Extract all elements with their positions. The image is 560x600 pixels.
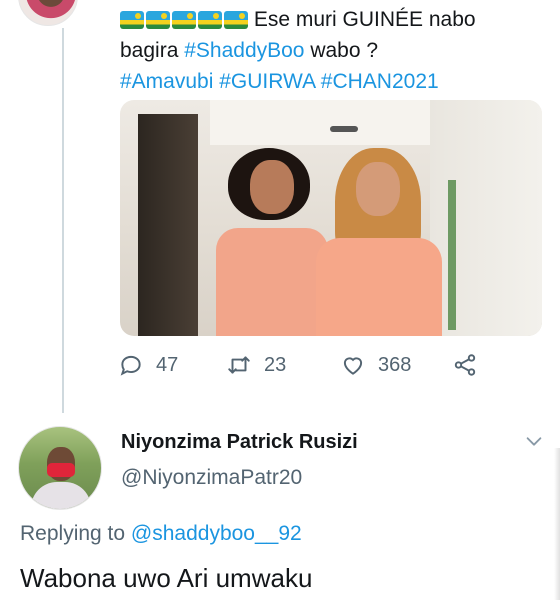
edge-shadow (554, 448, 560, 600)
reply-author-avatar[interactable] (18, 426, 102, 510)
reply-author-handle[interactable]: @NiyonzimaPatr20 (121, 466, 302, 490)
comment-icon (120, 355, 141, 376)
tweet-action-bar: 47 23 368 (118, 352, 498, 382)
photo-right-wall (430, 100, 542, 336)
retweet-count: 23 (264, 353, 287, 376)
rwanda-flag-emojis (120, 11, 248, 29)
heart-icon (343, 357, 363, 375)
share-icon (454, 354, 476, 376)
hashtag-chan2021[interactable]: #CHAN2021 (321, 70, 439, 93)
tweet-media-photo[interactable] (120, 100, 542, 336)
tweet-text-line1: Ese muri GUINÉE nabo (253, 8, 476, 31)
thread-connector-line (62, 28, 64, 413)
hashtag-guirwa[interactable]: #GUIRWA (219, 70, 315, 93)
hashtag-amavubi[interactable]: #Amavubi (120, 70, 213, 93)
rwanda-flag-icon (198, 11, 222, 29)
photo-person1-face (250, 160, 294, 214)
rwanda-flag-icon (146, 11, 170, 29)
retweet-button[interactable]: 23 (226, 352, 286, 378)
reply-author-name[interactable]: Niyonzima Patrick Rusizi (121, 431, 358, 454)
rwanda-flag-icon (224, 11, 248, 29)
tweet-text-line2-suffix: wabo ? (304, 39, 379, 62)
avatar-face-mask (47, 463, 75, 477)
rwanda-flag-icon (172, 11, 196, 29)
tweet-text: Ese muri GUINÉE nabo bagira #ShaddyBoo w… (120, 4, 550, 97)
photo-person2-towel (316, 238, 442, 336)
hashtag-shaddyboo[interactable]: #ShaddyBoo (184, 39, 304, 62)
replying-to-line: Replying to @shaddyboo__92 (20, 522, 302, 546)
rwanda-flag-icon (120, 11, 144, 29)
reply-count: 47 (156, 353, 179, 376)
like-count: 368 (378, 353, 412, 376)
original-author-avatar[interactable] (18, 0, 78, 26)
share-button[interactable] (452, 352, 478, 378)
photo-green-panel (448, 180, 456, 330)
reply-button[interactable]: 47 (118, 352, 178, 378)
retweet-icon (228, 356, 250, 374)
photo-person1-towel (216, 228, 328, 336)
photo-door (138, 114, 198, 336)
replying-to-label: Replying to (20, 522, 131, 545)
replying-to-mention[interactable]: @shaddyboo__92 (131, 522, 302, 545)
like-button[interactable]: 368 (340, 352, 411, 378)
photo-ceiling-lamp (330, 126, 358, 132)
avatar-shirt (31, 482, 91, 509)
photo-person2-face (356, 162, 400, 216)
reply-text: Wabona uwo Ari umwaku (20, 563, 313, 593)
chevron-down-icon[interactable] (523, 430, 545, 452)
tweet-text-line2-prefix: bagira (120, 39, 185, 62)
